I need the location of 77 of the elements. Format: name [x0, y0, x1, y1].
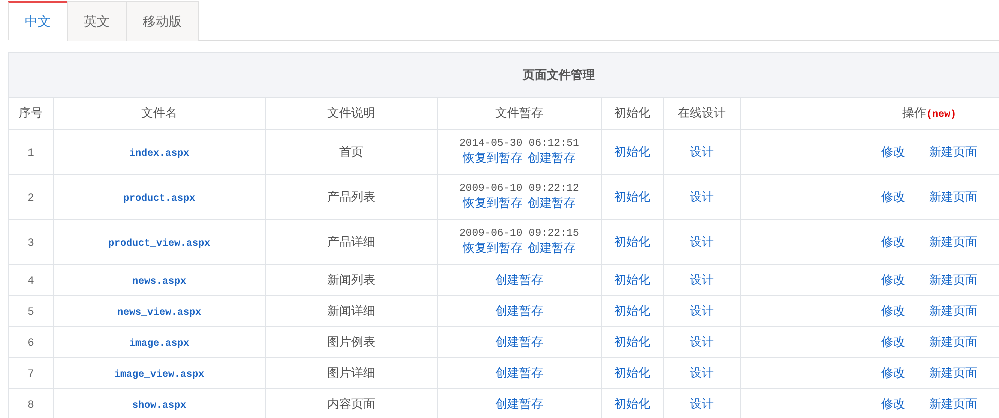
init-link[interactable]: 初始化: [614, 144, 650, 158]
design-link[interactable]: 设计: [690, 144, 714, 158]
file-description: 新闻列表: [328, 272, 376, 286]
file-link[interactable]: product.aspx: [123, 194, 196, 204]
design-link[interactable]: 设计: [690, 234, 714, 248]
design-link[interactable]: 设计: [690, 366, 714, 380]
file-link[interactable]: show.aspx: [132, 400, 186, 412]
backup-link[interactable]: 创建暂存: [496, 334, 544, 350]
file-description: 图片详细: [328, 366, 376, 380]
file-description: 图片例表: [328, 334, 376, 348]
file-description: 内容页面: [328, 396, 376, 410]
action-link[interactable]: 修改: [882, 396, 906, 412]
action-link[interactable]: 新建页面: [930, 302, 978, 320]
column-header: 文件暂存: [438, 98, 602, 130]
design-link[interactable]: 设计: [690, 304, 714, 318]
design-link[interactable]: 设计: [690, 272, 714, 286]
file-link[interactable]: image_view.aspx: [114, 370, 204, 380]
action-link[interactable]: 新建页面: [930, 234, 978, 250]
backup-link[interactable]: 创建暂存: [528, 151, 576, 166]
action-link[interactable]: 修改: [882, 234, 906, 250]
file-description: 新闻详细: [328, 304, 376, 318]
file-link[interactable]: product_view.aspx: [108, 238, 211, 250]
action-link[interactable]: 新建页面: [930, 144, 978, 160]
column-header: 初始化: [602, 98, 664, 130]
action-link[interactable]: 修改: [882, 334, 906, 350]
init-link[interactable]: 初始化: [614, 234, 650, 248]
action-link[interactable]: 修改: [882, 272, 906, 288]
saved-time: 2009-06-10 09:22:15: [458, 228, 580, 241]
row-number: 6: [28, 338, 34, 350]
file-description: 产品详细: [328, 234, 376, 248]
table-title: 页面文件管理: [8, 52, 999, 98]
action-link[interactable]: 修改: [882, 188, 906, 206]
action-link[interactable]: 修改: [882, 302, 906, 320]
design-link[interactable]: 设计: [690, 334, 714, 348]
design-link[interactable]: 设计: [690, 396, 714, 410]
file-link[interactable]: news.aspx: [132, 276, 186, 288]
action-link[interactable]: 修改: [882, 144, 906, 160]
column-header: 序号: [8, 98, 54, 130]
tab[interactable]: 英文: [67, 1, 127, 41]
design-link[interactable]: 设计: [690, 190, 714, 204]
file-description: 首页: [340, 144, 364, 158]
row-number: 1: [28, 148, 34, 160]
backup-link[interactable]: 创建暂存: [496, 272, 544, 288]
backup-link[interactable]: 恢复到暂存: [463, 241, 523, 256]
row-number: 4: [28, 276, 34, 288]
tab[interactable]: 中文: [8, 1, 68, 41]
file-link[interactable]: index.aspx: [129, 148, 190, 160]
action-link[interactable]: 修改: [882, 364, 906, 382]
column-header: 文件说明: [266, 98, 438, 130]
action-link[interactable]: 新建页面: [930, 334, 978, 350]
new-label: (new): [926, 110, 956, 121]
saved-time: 2009-06-10 09:22:12: [458, 183, 580, 196]
backup-link[interactable]: 创建暂存: [496, 304, 544, 318]
backup-link[interactable]: 恢复到暂存: [463, 196, 523, 211]
tab[interactable]: 移动版: [126, 1, 199, 41]
row-number: 2: [28, 192, 34, 204]
action-link[interactable]: 新建页面: [930, 364, 978, 382]
file-link[interactable]: news_view.aspx: [117, 308, 202, 318]
init-link[interactable]: 初始化: [614, 190, 650, 204]
row-number: 8: [28, 400, 34, 412]
file-description: 产品列表: [328, 190, 376, 204]
action-link[interactable]: 新建页面: [930, 188, 978, 206]
backup-link[interactable]: 创建暂存: [496, 396, 544, 412]
backup-link[interactable]: 创建暂存: [528, 241, 576, 256]
backup-link[interactable]: 创建暂存: [528, 196, 576, 211]
saved-time: 2014-05-30 06:12:51: [458, 138, 580, 151]
action-link[interactable]: 新建页面: [930, 396, 978, 412]
column-header: 操作: [902, 106, 926, 120]
row-number: 7: [28, 368, 34, 380]
row-number: 5: [28, 306, 34, 318]
row-number: 3: [28, 238, 34, 250]
column-header: 文件名: [54, 98, 266, 130]
backup-link[interactable]: 恢复到暂存: [463, 151, 523, 166]
action-link[interactable]: 新建页面: [930, 272, 978, 288]
column-header: 在线设计: [664, 98, 740, 130]
file-link[interactable]: image.aspx: [129, 338, 190, 350]
backup-link[interactable]: 创建暂存: [496, 366, 544, 380]
